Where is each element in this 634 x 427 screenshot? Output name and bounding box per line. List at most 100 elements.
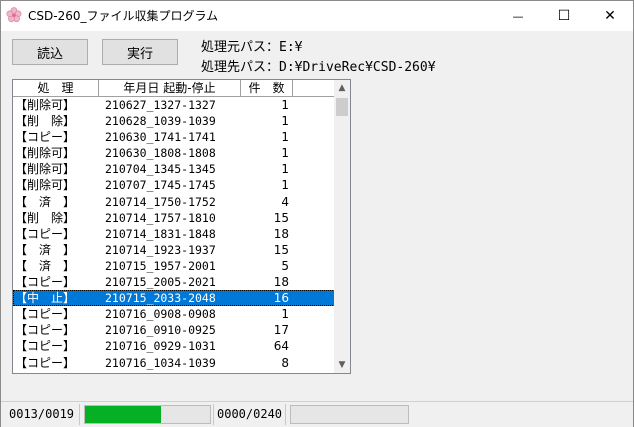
period-cell: 210707_1745-1745: [105, 178, 216, 193]
blank-cell: [293, 113, 335, 129]
action-cell: 【 済 】: [15, 258, 76, 273]
file-list[interactable]: 処 理 年月日 起動-停止 件 数 【削除可】 210627_1327-1327 1…: [12, 79, 351, 374]
table-row[interactable]: 【コピー】 210716_0929-1031 64: [13, 338, 335, 354]
list-header: 処 理 年月日 起動-停止 件 数: [13, 80, 335, 97]
blank-cell: [293, 161, 335, 177]
count-cell: 15: [273, 242, 289, 257]
period-cell: 210715_2033-2048: [105, 291, 216, 306]
cherry-blossom-icon: [6, 7, 22, 23]
item-progress-bar: [290, 405, 409, 424]
count-cell: 15: [273, 210, 289, 225]
maximize-icon: ☐: [557, 8, 571, 24]
blank-cell: [293, 194, 335, 210]
blank-cell: [293, 129, 335, 145]
column-header-count[interactable]: 件 数: [241, 80, 293, 96]
vertical-scrollbar[interactable]: ▲ ▼: [334, 80, 350, 373]
blank-cell: [293, 355, 335, 371]
table-row[interactable]: 【 済 】 210715_1957-2001 5: [13, 258, 335, 274]
source-path-label: 処理元パス：E:¥: [201, 40, 303, 55]
minimize-button[interactable]: —: [495, 1, 541, 31]
table-row[interactable]: 【 済 】 210714_1750-1752 4: [13, 194, 335, 210]
chevron-up-icon: ▲: [338, 83, 346, 93]
run-button[interactable]: 実行: [102, 39, 178, 65]
title-bar[interactable]: CSD-260_ファイル収集プログラム — ☐ ✕: [1, 1, 633, 31]
table-row[interactable]: 【コピー】 210715_2005-2021 18: [13, 274, 335, 290]
close-icon: ✕: [604, 8, 616, 24]
count-cell: 1: [281, 307, 289, 322]
table-row[interactable]: 【コピー】 210716_0910-0925 17: [13, 322, 335, 338]
count-cell: 1: [281, 98, 289, 112]
file-progress-fill: [85, 406, 162, 423]
blank-cell: [293, 226, 335, 242]
status-bar: 0013/0019 0000/0240: [1, 401, 633, 427]
window-title: CSD-260_ファイル収集プログラム: [28, 9, 219, 23]
column-header-period[interactable]: 年月日 起動-停止: [99, 80, 241, 96]
count-cell: 17: [273, 323, 289, 338]
table-row[interactable]: 【削 除】 210714_1757-1810 15: [13, 210, 335, 226]
status-separator: [213, 404, 214, 425]
status-separator: [79, 404, 80, 425]
column-header-action[interactable]: 処 理: [13, 80, 99, 96]
period-cell: 210714_1750-1752: [105, 194, 216, 209]
count-cell: 1: [281, 130, 289, 145]
count-cell: 64: [273, 339, 289, 354]
table-row[interactable]: 【 済 】 210714_1923-1937 15: [13, 242, 335, 258]
action-cell: 【 済 】: [15, 242, 76, 257]
blank-cell: [293, 371, 335, 373]
minimize-icon: —: [512, 9, 524, 23]
list-rows: 【削除可】 210627_1327-1327 1 【削 除】 210628_1039-1…: [13, 97, 335, 373]
table-row[interactable]: 【コピー】 210714_1831-1848 18: [13, 226, 335, 242]
period-cell: 210630_1808-1808: [105, 146, 216, 161]
blank-cell: [293, 177, 335, 193]
count-cell: 8: [281, 355, 289, 370]
table-row[interactable]: 【削除可】 210704_1345-1345 1: [13, 161, 335, 177]
blank-cell: [293, 145, 335, 161]
close-button[interactable]: ✕: [587, 1, 633, 31]
blank-cell: [293, 97, 335, 113]
column-header-blank[interactable]: [293, 80, 335, 96]
scroll-up-button[interactable]: ▲: [334, 80, 350, 96]
blank-cell: [293, 242, 335, 258]
period-cell: 210716_1042-1100: [99, 371, 241, 373]
action-cell: 【コピー】: [15, 339, 76, 354]
action-cell: 【 済 】: [15, 194, 76, 209]
action-cell: 【コピー】: [15, 323, 76, 338]
count-cell: 18: [273, 226, 289, 241]
period-cell: 210714_1923-1937: [105, 242, 216, 257]
scroll-thumb[interactable]: [336, 98, 348, 116]
table-row[interactable]: 【削 除】 210628_1039-1039 1: [13, 113, 335, 129]
count-cell: 1: [281, 114, 289, 129]
period-cell: 210716_0910-0925: [105, 323, 216, 338]
table-row[interactable]: 【コピー】 210630_1741-1741 1: [13, 129, 335, 145]
action-cell: 【コピー】: [15, 307, 76, 322]
count-cell: 5: [281, 258, 289, 273]
load-button[interactable]: 読込: [12, 39, 88, 65]
table-row[interactable]: 【コピー】210716_1042-110019: [13, 371, 335, 373]
table-row[interactable]: 【コピー】 210716_1034-1039 8: [13, 355, 335, 371]
action-cell: 【削 除】: [15, 114, 76, 129]
count-cell: 1: [281, 178, 289, 193]
action-cell: 【削除可】: [15, 98, 76, 112]
action-cell: 【中 止】: [15, 291, 76, 306]
action-cell: 【コピー】: [13, 371, 99, 373]
scroll-down-button[interactable]: ▼: [334, 357, 350, 373]
blank-cell: [293, 306, 335, 322]
maximize-button[interactable]: ☐: [541, 1, 587, 31]
blank-cell: [293, 338, 335, 354]
table-row[interactable]: 【削除可】 210630_1808-1808 1: [13, 145, 335, 161]
period-cell: 210715_1957-2001: [105, 258, 216, 273]
chevron-down-icon: ▼: [338, 360, 346, 370]
action-cell: 【コピー】: [15, 355, 76, 370]
table-row[interactable]: 【削除可】 210707_1745-1745 1: [13, 177, 335, 193]
table-row[interactable]: 【コピー】 210716_0908-0908 1: [13, 306, 335, 322]
file-counter: 0013/0019: [9, 407, 75, 421]
table-row[interactable]: 【中 止】 210715_2033-2048 16: [13, 290, 335, 307]
count-cell: 4: [281, 194, 289, 209]
table-row[interactable]: 【削除可】 210627_1327-1327 1: [13, 97, 335, 113]
action-cell: 【削除可】: [15, 146, 76, 161]
period-cell: 210627_1327-1327: [105, 98, 216, 112]
count-cell: 18: [273, 275, 289, 290]
period-cell: 210716_0908-0908: [105, 307, 216, 322]
blank-cell: [293, 322, 335, 338]
count-cell: 19: [241, 371, 293, 373]
